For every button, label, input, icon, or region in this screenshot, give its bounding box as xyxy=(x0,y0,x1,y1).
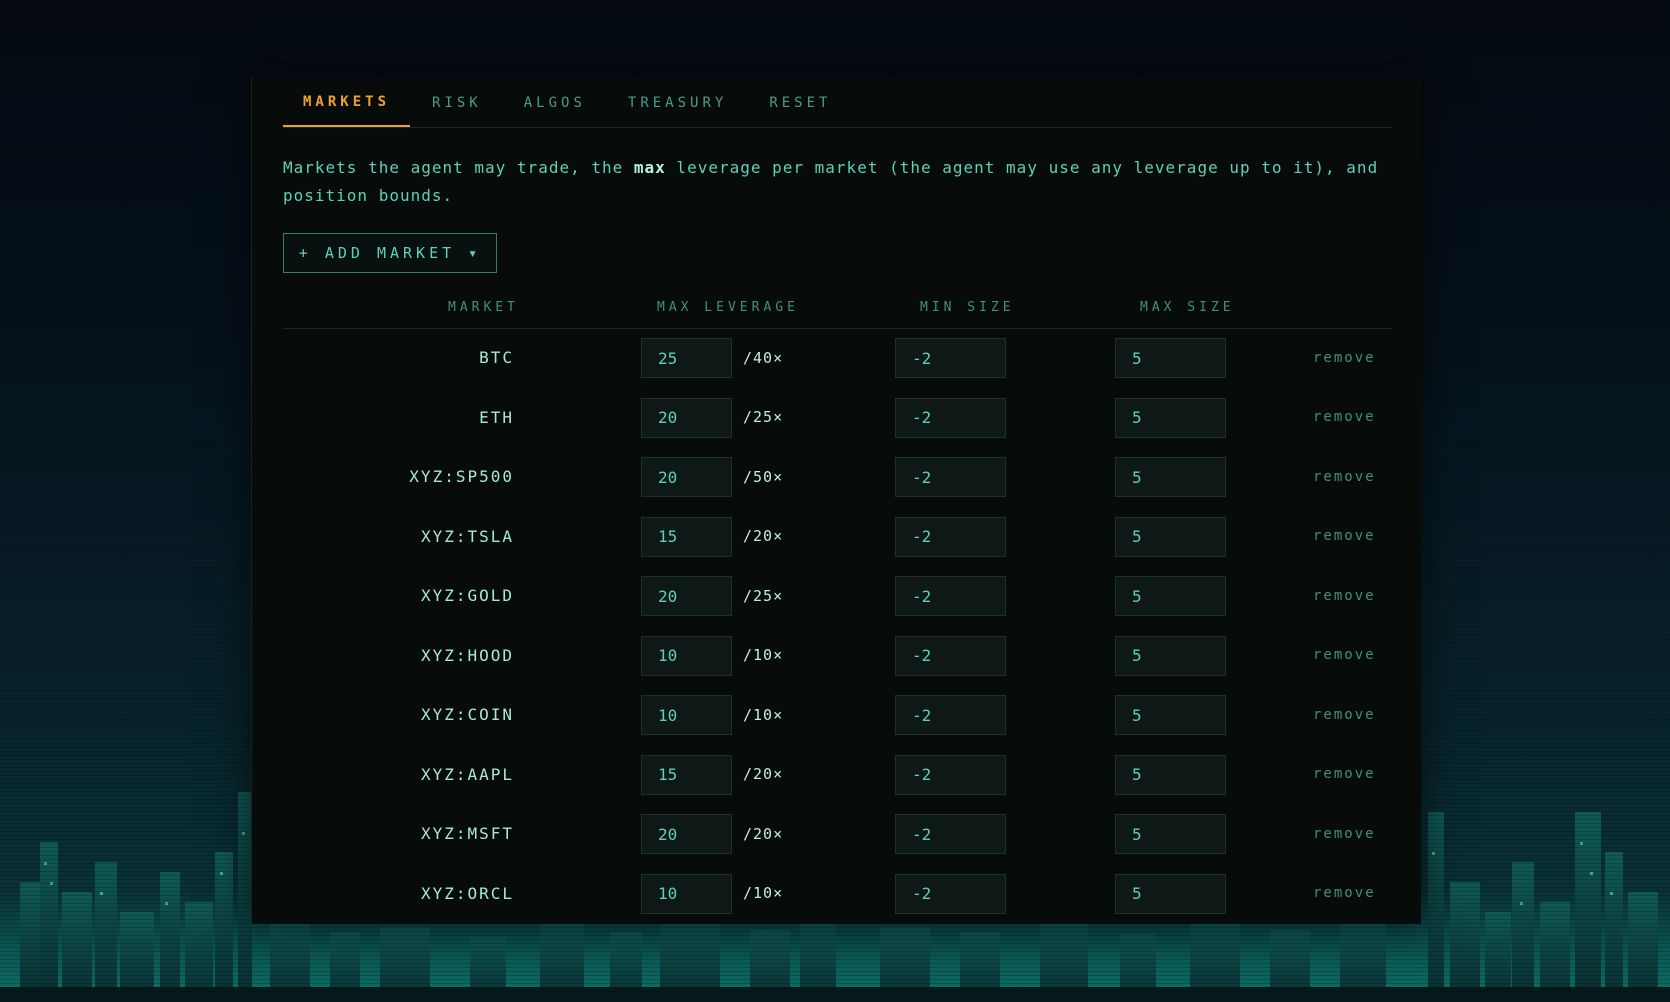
max-size-input[interactable]: 5 xyxy=(1115,516,1226,557)
max-size-input[interactable]: 5 xyxy=(1115,873,1226,914)
table-row: XYZ:COIN 10/10× -2 5 remove xyxy=(283,685,1392,745)
market-name: XYZ:AAPL xyxy=(420,764,514,784)
max-size-input[interactable]: 5 xyxy=(1115,457,1226,497)
min-size-input[interactable]: -2 xyxy=(895,814,1006,854)
max-leverage-input[interactable]: 10 xyxy=(641,873,732,914)
remove-market-button[interactable]: remove xyxy=(1313,864,1376,924)
max-leverage-input[interactable]: 25 xyxy=(641,338,732,378)
table-row: XYZ:AAPL 15/20× -2 5 remove xyxy=(283,745,1392,805)
min-size-input[interactable]: -2 xyxy=(895,397,1006,438)
max-leverage-input[interactable]: 20 xyxy=(641,397,732,438)
table-row: XYZ:SP500 20/50× -2 5 remove xyxy=(283,447,1392,507)
add-market-button[interactable]: + ADD MARKET ▾ xyxy=(283,233,497,273)
table-row: XYZ:ORCL 10/10× -2 5 remove xyxy=(283,864,1392,924)
remove-market-button[interactable]: remove xyxy=(1313,447,1376,507)
remove-market-button[interactable]: remove xyxy=(1313,388,1376,448)
leverage-cap-label: /25× xyxy=(743,408,784,427)
markets-panel: MARKETS RISK ALGOS TREASURY RESET Market… xyxy=(251,78,1421,924)
max-leverage-input[interactable]: 20 xyxy=(641,814,732,854)
remove-market-button[interactable]: remove xyxy=(1313,507,1376,567)
leverage-cap-label: /20× xyxy=(743,527,784,546)
max-size-input[interactable]: 5 xyxy=(1115,695,1226,735)
description-text-before: Markets the agent may trade, the xyxy=(283,158,634,177)
tab-reset[interactable]: RESET xyxy=(749,78,851,127)
leverage-cap-label: /10× xyxy=(743,884,784,903)
remove-market-button[interactable]: remove xyxy=(1313,328,1376,388)
leverage-cap-label: /25× xyxy=(743,586,784,605)
max-size-input[interactable]: 5 xyxy=(1115,576,1226,616)
max-leverage-input[interactable]: 10 xyxy=(641,695,732,735)
header-max-leverage: MAX LEVERAGE xyxy=(657,299,799,315)
min-size-input[interactable]: -2 xyxy=(895,695,1006,735)
market-name: XYZ:ORCL xyxy=(420,883,514,903)
leverage-cap-label: /50× xyxy=(743,467,784,486)
remove-market-button[interactable]: remove xyxy=(1313,685,1376,745)
description-emphasis: max xyxy=(633,158,666,177)
header-market: MARKET xyxy=(448,299,519,315)
table-row: XYZ:TSLA 15/20× -2 5 remove xyxy=(283,507,1392,567)
leverage-cap-label: /10× xyxy=(743,646,784,665)
min-size-input[interactable]: -2 xyxy=(895,576,1006,616)
table-row: XYZ:MSFT 20/20× -2 5 remove xyxy=(283,804,1392,864)
market-name: XYZ:SP500 xyxy=(409,467,514,487)
max-leverage-input[interactable]: 20 xyxy=(641,457,732,497)
remove-market-button[interactable]: remove xyxy=(1313,745,1376,805)
max-size-input[interactable]: 5 xyxy=(1115,338,1226,378)
market-name: XYZ:TSLA xyxy=(420,526,514,546)
min-size-input[interactable]: -2 xyxy=(895,516,1006,557)
remove-market-button[interactable]: remove xyxy=(1313,804,1376,864)
tab-algos[interactable]: ALGOS xyxy=(504,78,606,127)
market-name: XYZ:MSFT xyxy=(420,824,514,844)
table-row: ETH 20/25× -2 5 remove xyxy=(283,388,1392,448)
leverage-cap-label: /20× xyxy=(743,765,784,784)
min-size-input[interactable]: -2 xyxy=(895,457,1006,497)
tab-bar: MARKETS RISK ALGOS TREASURY RESET xyxy=(283,78,1392,128)
max-leverage-input[interactable]: 20 xyxy=(641,576,732,616)
tab-risk[interactable]: RISK xyxy=(412,78,502,127)
table-row: XYZ:GOLD 20/25× -2 5 remove xyxy=(283,566,1392,626)
table-row: XYZ:HOOD 10/10× -2 5 remove xyxy=(283,626,1392,686)
max-size-input[interactable]: 5 xyxy=(1115,635,1226,676)
max-leverage-input[interactable]: 15 xyxy=(641,754,732,795)
max-leverage-input[interactable]: 10 xyxy=(641,635,732,676)
max-leverage-input[interactable]: 15 xyxy=(641,516,732,557)
min-size-input[interactable]: -2 xyxy=(895,635,1006,676)
tab-markets[interactable]: MARKETS xyxy=(283,78,411,127)
header-max-size: MAX SIZE xyxy=(1140,299,1235,315)
min-size-input[interactable]: -2 xyxy=(895,338,1006,378)
market-name: BTC xyxy=(479,348,514,368)
min-size-input[interactable]: -2 xyxy=(895,873,1006,914)
max-size-input[interactable]: 5 xyxy=(1115,814,1226,854)
min-size-input[interactable]: -2 xyxy=(895,754,1006,795)
markets-table-header: MARKET MAX LEVERAGE MIN SIZE MAX SIZE xyxy=(283,286,1392,329)
max-size-input[interactable]: 5 xyxy=(1115,397,1226,438)
market-name: XYZ:HOOD xyxy=(420,645,514,665)
markets-description: Markets the agent may trade, the max lev… xyxy=(283,154,1392,210)
remove-market-button[interactable]: remove xyxy=(1313,566,1376,626)
leverage-cap-label: /10× xyxy=(743,705,784,724)
header-min-size: MIN SIZE xyxy=(920,299,1015,315)
market-name: XYZ:COIN xyxy=(420,705,514,725)
leverage-cap-label: /40× xyxy=(743,348,784,367)
tab-treasury[interactable]: TREASURY xyxy=(608,78,747,127)
max-size-input[interactable]: 5 xyxy=(1115,754,1226,795)
table-row: BTC 25/40× -2 5 remove xyxy=(283,328,1392,388)
market-name: ETH xyxy=(479,407,514,427)
leverage-cap-label: /20× xyxy=(743,824,784,843)
remove-market-button[interactable]: remove xyxy=(1313,626,1376,686)
market-name: XYZ:GOLD xyxy=(420,586,514,606)
